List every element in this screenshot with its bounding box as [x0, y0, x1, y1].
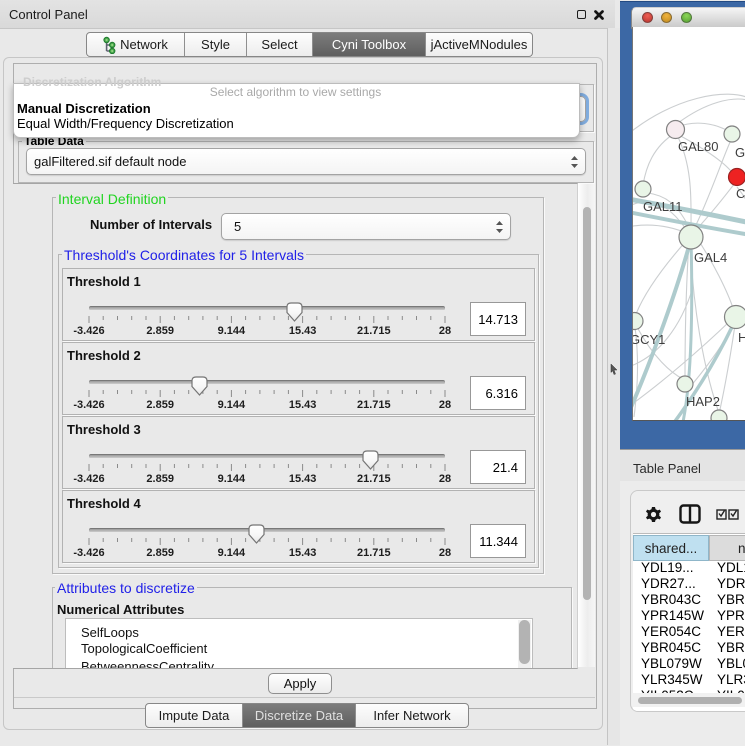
- svg-text:HA: HA: [738, 330, 745, 345]
- svg-text:CY: CY: [736, 186, 745, 201]
- svg-text:GA: GA: [735, 145, 745, 160]
- svg-text:GAL4: GAL4: [694, 250, 727, 265]
- svg-text:GAL80: GAL80: [678, 139, 718, 154]
- svg-text:GCY1: GCY1: [633, 332, 665, 347]
- svg-text:HAP2: HAP2: [686, 394, 720, 409]
- svg-text:GAL11: GAL11: [643, 199, 683, 214]
